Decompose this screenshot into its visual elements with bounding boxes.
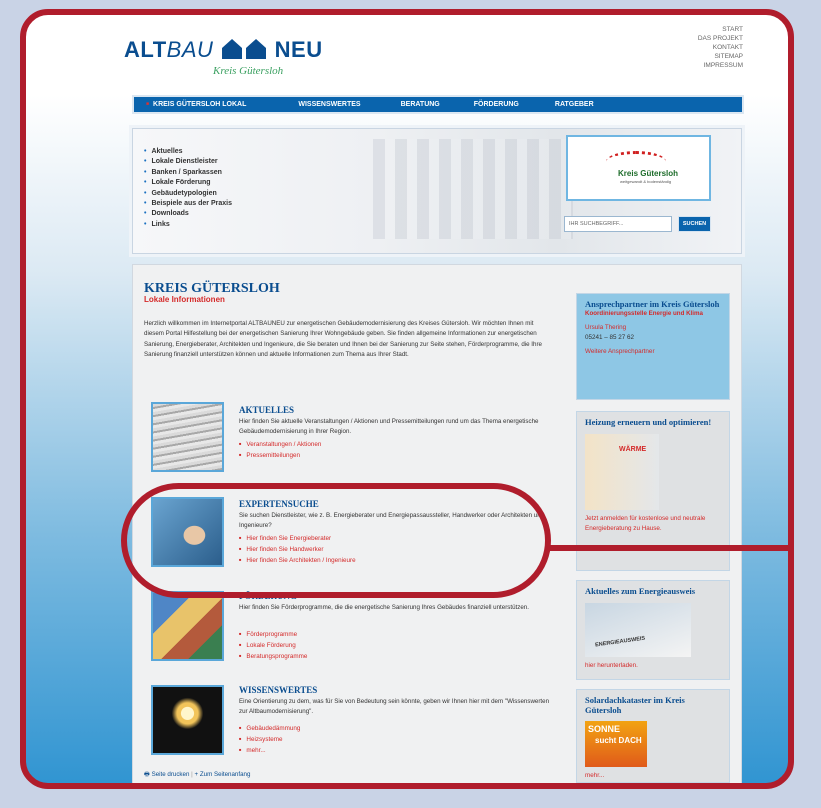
search-input[interactable]: IHR SUCHBEGRIFF... (564, 216, 672, 232)
section-title-wissenswertes[interactable]: WISSENSWERTES (239, 685, 317, 695)
top-link-sitemap[interactable]: SITEMAP (698, 52, 743, 61)
sidebar-item-foerderung[interactable]: Lokale Förderung (144, 178, 232, 188)
house-icon (246, 39, 267, 59)
heizung-link[interactable]: Jetzt anmelden für kostenlose und neutra… (585, 514, 721, 534)
link-gebaeudedaemmung[interactable]: Gebäudedämmung (239, 723, 300, 734)
link-foerderprogramme[interactable]: Förderprogramme (239, 629, 307, 640)
highlight-circle (121, 483, 551, 598)
section-text-aktuelles: Hier finden Sie aktuelle Veranstaltungen… (239, 418, 539, 435)
logo-bau: BAU (166, 37, 214, 62)
link-beratungsprogramme[interactable]: Beratungsprogramme (239, 651, 307, 662)
logo-alt: ALT (124, 37, 167, 62)
sidebar-item-beispiele[interactable]: Beispiele aus der Praxis (144, 199, 232, 209)
nav-beratung[interactable]: BERATUNG (389, 101, 458, 108)
top-link-start[interactable]: START (698, 25, 743, 34)
house-icon (222, 39, 243, 59)
arrow-up-icon: + (194, 771, 199, 778)
print-link[interactable]: Seite drucken (152, 771, 190, 778)
contact-box: Ansprechpartner im Kreis Gütersloh Koord… (576, 293, 730, 400)
logo-neu: NEU (274, 37, 323, 62)
sidebar-menu: Aktuelles Lokale Dienstleister Banken / … (144, 147, 232, 230)
section-text-foerderung: Hier finden Sie Förderprogramme, die die… (239, 604, 529, 611)
solar-image-text2: sucht DACH (595, 736, 642, 745)
section-links-wissenswertes: Gebäudedämmung Heizsysteme mehr... (239, 723, 300, 757)
header-panel: Aktuelles Lokale Dienstleister Banken / … (132, 128, 742, 254)
energieausweis-image[interactable]: ENERGIEAUSWEIS (585, 602, 691, 657)
sidebar-item-dienstleister[interactable]: Lokale Dienstleister (144, 157, 232, 167)
section-text-wissenswertes: Eine Orientierung zu dem, was für Sie vo… (239, 698, 550, 715)
section-links-aktuelles: Veranstaltungen / Aktionen Pressemitteil… (239, 439, 321, 461)
energieausweis-download-link[interactable]: hier herunterladen. (585, 661, 721, 671)
contact-name: Ursula Thering (585, 323, 627, 331)
money-image (151, 591, 224, 661)
sidebar-item-downloads[interactable]: Downloads (144, 209, 232, 219)
logo-subtitle: Kreis Gütersloh (213, 65, 284, 77)
newspaper-image (151, 402, 224, 472)
kreis-logo[interactable]: Kreis Gütersloh weitgewandt & bodenständ… (566, 135, 711, 201)
link-mehr[interactable]: mehr... (239, 745, 300, 756)
nav-kreis-lokal[interactable]: KREIS GÜTERSLOH LOKAL (134, 101, 264, 108)
top-link-projekt[interactable]: DAS PROJEKT (698, 34, 743, 43)
nav-ratgeber[interactable]: RATGEBER (543, 101, 612, 108)
site-logo[interactable]: ALTBAU NEU (124, 37, 323, 63)
page-subtitle: Lokale Informationen (144, 295, 225, 304)
energieausweis-box: Aktuelles zum Energieausweis ENERGIEAUSW… (576, 580, 730, 680)
kreis-logo-tagline: weitgewandt & bodenständig (620, 179, 672, 184)
footer-links: 🖶 Seite drucken | + Zum Seitenanfang (144, 769, 250, 780)
section-title-aktuelles[interactable]: AKTUELLES (239, 405, 294, 415)
link-pressemitteilungen[interactable]: Pressemitteilungen (239, 450, 321, 461)
kreis-logo-name: Kreis Gütersloh (618, 169, 679, 178)
solar-image-text1: SONNE (588, 724, 621, 734)
nav-foerderung[interactable]: FÖRDERUNG (462, 101, 537, 108)
more-contacts-link[interactable]: Weitere Ansprechpartner (585, 347, 721, 357)
contact-phone: 05241 – 85 27 62 (585, 333, 635, 341)
energieausweis-image-text: ENERGIEAUSWEIS (594, 635, 646, 648)
top-link-impressum[interactable]: IMPRESSUM (698, 61, 743, 70)
search-button[interactable]: SUCHEN (678, 216, 711, 232)
solar-image[interactable]: SONNE sucht DACH (585, 721, 647, 767)
heizung-image[interactable]: WÄRME (585, 433, 659, 510)
contact-title: Ansprechpartner im Kreis Gütersloh (585, 299, 720, 309)
heizung-image-text: WÄRME (619, 445, 647, 453)
top-navigation: START DAS PROJEKT KONTAKT SITEMAP IMPRES… (698, 25, 743, 70)
contact-org: Koordinierungsstelle Energie und Klima (585, 309, 703, 317)
nav-wissenswertes[interactable]: WISSENSWERTES (286, 101, 378, 108)
lightbulb-image (151, 685, 224, 755)
solar-box: Solardachkataster im Kreis Gütersloh SON… (576, 689, 730, 783)
sidebar-item-gebaeudetypologien[interactable]: Gebäudetypologien (144, 189, 232, 199)
link-veranstaltungen[interactable]: Veranstaltungen / Aktionen (239, 439, 321, 450)
energieausweis-title: Aktuelles zum Energieausweis (585, 586, 696, 596)
link-heizsysteme[interactable]: Heizsysteme (239, 734, 300, 745)
main-navigation: KREIS GÜTERSLOH LOKAL WISSENSWERTES BERA… (132, 95, 744, 114)
solar-more-link[interactable]: mehr... (585, 771, 721, 781)
sidebar-item-banken[interactable]: Banken / Sparkassen (144, 168, 232, 178)
intro-text: Herzlich willkommen im Internetportal AL… (144, 320, 542, 359)
sidebar-item-links[interactable]: Links (144, 220, 232, 230)
top-link-kontakt[interactable]: KONTAKT (698, 43, 743, 52)
link-lokale-foerderung[interactable]: Lokale Förderung (239, 640, 307, 651)
highlight-pointer-line (546, 545, 788, 551)
building-photo (373, 139, 573, 239)
page-frame: ALTBAU NEU Kreis Gütersloh START DAS PRO… (20, 9, 794, 789)
heizung-title: Heizung erneuern und optimieren! (585, 417, 712, 427)
print-icon: 🖶 (144, 771, 150, 778)
top-link[interactable]: Zum Seitenanfang (200, 771, 251, 778)
solar-title: Solardachkataster im Kreis Gütersloh (585, 695, 685, 715)
section-links-foerderung: Förderprogramme Lokale Förderung Beratun… (239, 629, 307, 663)
sidebar-item-aktuelles[interactable]: Aktuelles (144, 147, 232, 157)
